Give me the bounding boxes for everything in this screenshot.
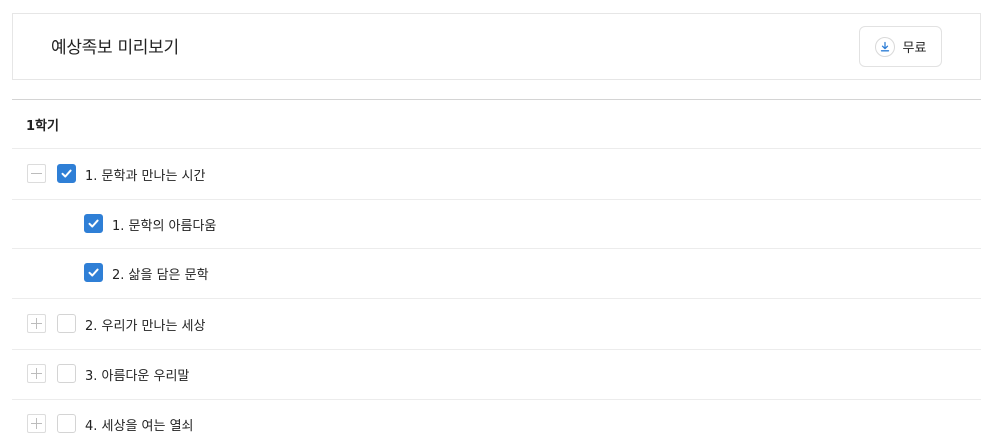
chapter-label: 2. 우리가 만나는 세상 xyxy=(85,319,206,334)
chapter-list: 1학기 1. 문학과 만나는 시간 1. 문학의 아름다움 2. 삶을 담은 문… xyxy=(12,99,981,442)
chapter-row: 2. 우리가 만나는 세상 xyxy=(12,299,981,350)
chapter-row: 3. 아름다운 우리말 xyxy=(12,350,981,400)
preview-header: 예상족보 미리보기 무료 xyxy=(12,13,981,80)
subchapter-checkbox[interactable] xyxy=(84,214,103,233)
expand-toggle[interactable] xyxy=(27,414,46,433)
subchapter-label: 2. 삶을 담은 문학 xyxy=(112,268,209,283)
subchapter-row: 1. 문학의 아름다움 xyxy=(12,200,981,249)
download-icon xyxy=(874,36,895,57)
chapter-label: 3. 아름다운 우리말 xyxy=(85,369,190,384)
chapter-row: 1. 문학과 만나는 시간 xyxy=(12,149,981,200)
expand-toggle[interactable] xyxy=(27,314,46,333)
chapter-label: 4. 세상을 여는 열쇠 xyxy=(85,419,194,434)
collapse-toggle[interactable] xyxy=(27,164,46,183)
free-download-button[interactable]: 무료 xyxy=(859,26,942,67)
chapter-label: 1. 문학과 만나는 시간 xyxy=(85,169,206,184)
page-title: 예상족보 미리보기 xyxy=(51,38,179,58)
chapter-checkbox[interactable] xyxy=(57,414,76,433)
download-label: 무료 xyxy=(902,41,927,56)
chapter-checkbox[interactable] xyxy=(57,314,76,333)
chapter-row: 4. 세상을 여는 열쇠 xyxy=(12,400,981,442)
chapter-checkbox[interactable] xyxy=(57,364,76,383)
expand-toggle[interactable] xyxy=(27,364,46,383)
chapter-checkbox[interactable] xyxy=(57,164,76,183)
subchapter-label: 1. 문학의 아름다움 xyxy=(112,219,217,234)
subchapter-row: 2. 삶을 담은 문학 xyxy=(12,249,981,299)
semester-label: 1학기 xyxy=(12,100,981,149)
subchapter-checkbox[interactable] xyxy=(84,263,103,282)
